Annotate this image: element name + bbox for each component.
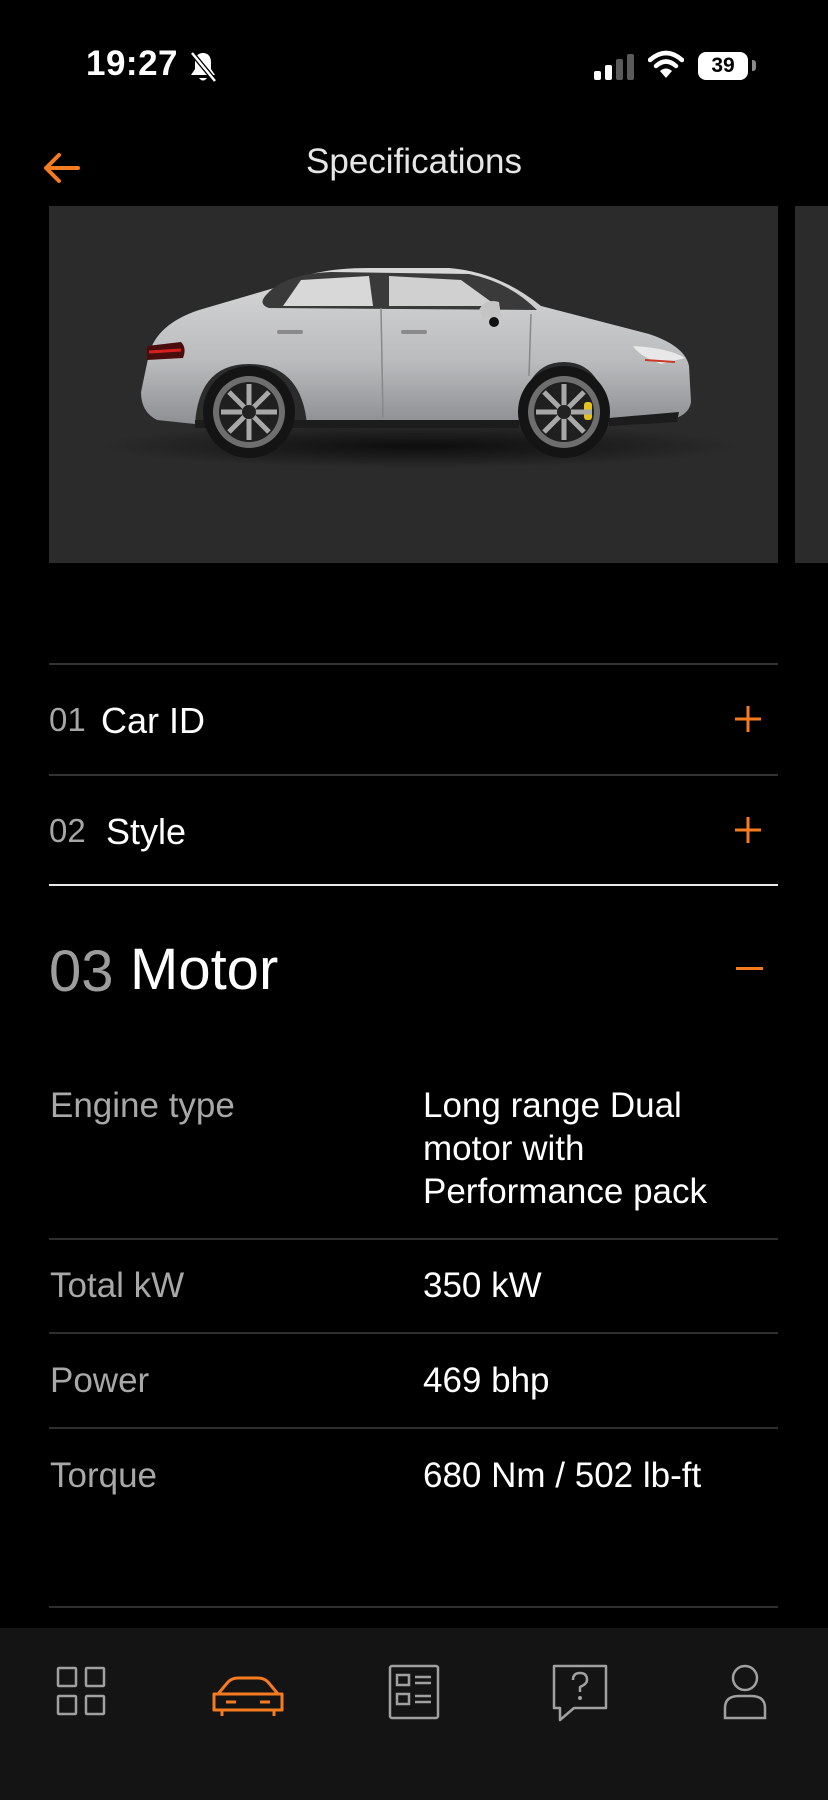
spec-label: Total kW: [50, 1266, 185, 1305]
section-title: Car ID: [101, 700, 206, 741]
section-number: 02: [49, 812, 86, 849]
spec-value-line: motor with: [423, 1129, 585, 1168]
plus-icon[interactable]: [734, 705, 762, 733]
front-wheel: [518, 366, 610, 458]
section-number: 03: [49, 939, 114, 1004]
section-car-id[interactable]: 01 Car ID: [49, 665, 778, 775]
minus-icon[interactable]: [736, 967, 763, 970]
car-image: [99, 268, 739, 468]
nav-bar: Specifications: [0, 130, 828, 206]
spec-value-line: Long range Dual: [423, 1086, 682, 1125]
help-chat-icon[interactable]: [540, 1652, 620, 1732]
divider: [49, 1606, 778, 1608]
divider: [49, 884, 778, 886]
section-number: 01: [49, 701, 86, 738]
spec-value: 350 kW: [423, 1266, 542, 1305]
spec-value: Long range Dual motor with Performance p…: [423, 1084, 763, 1213]
status-time: 19:27: [86, 44, 179, 83]
next-image-card-peek[interactable]: [795, 206, 828, 563]
rear-wheel: [203, 366, 295, 458]
section-style[interactable]: 02 Style: [49, 776, 778, 886]
divider: [49, 1238, 778, 1240]
car-icon[interactable]: [208, 1652, 288, 1732]
spec-value: 469 bhp: [423, 1361, 550, 1400]
spec-label: Torque: [50, 1456, 158, 1495]
battery-indicator: 39: [698, 52, 748, 80]
wifi-icon: [648, 50, 684, 78]
car-image-card[interactable]: [49, 206, 778, 563]
spec-label: Engine type: [50, 1086, 235, 1125]
profile-icon[interactable]: [705, 1652, 785, 1732]
status-bar: 19:27 39: [0, 0, 828, 130]
signal-icon: [594, 54, 634, 80]
spec-value-line: Performance pack: [423, 1172, 708, 1211]
spec-value: 680 Nm / 502 lb-ft: [423, 1456, 702, 1495]
section-title: Motor: [130, 937, 279, 1002]
divider: [49, 1427, 778, 1429]
bell-muted-icon: [190, 51, 217, 83]
document-list-icon[interactable]: [374, 1652, 454, 1732]
tab-bar: [0, 1628, 828, 1800]
section-title: Style: [106, 811, 187, 852]
page-title: Specifications: [306, 142, 522, 181]
battery-tip: [752, 60, 756, 71]
spec-label: Power: [50, 1361, 150, 1400]
plus-icon[interactable]: [734, 816, 762, 844]
dashboard-grid-icon[interactable]: [42, 1652, 122, 1732]
divider: [49, 1332, 778, 1334]
